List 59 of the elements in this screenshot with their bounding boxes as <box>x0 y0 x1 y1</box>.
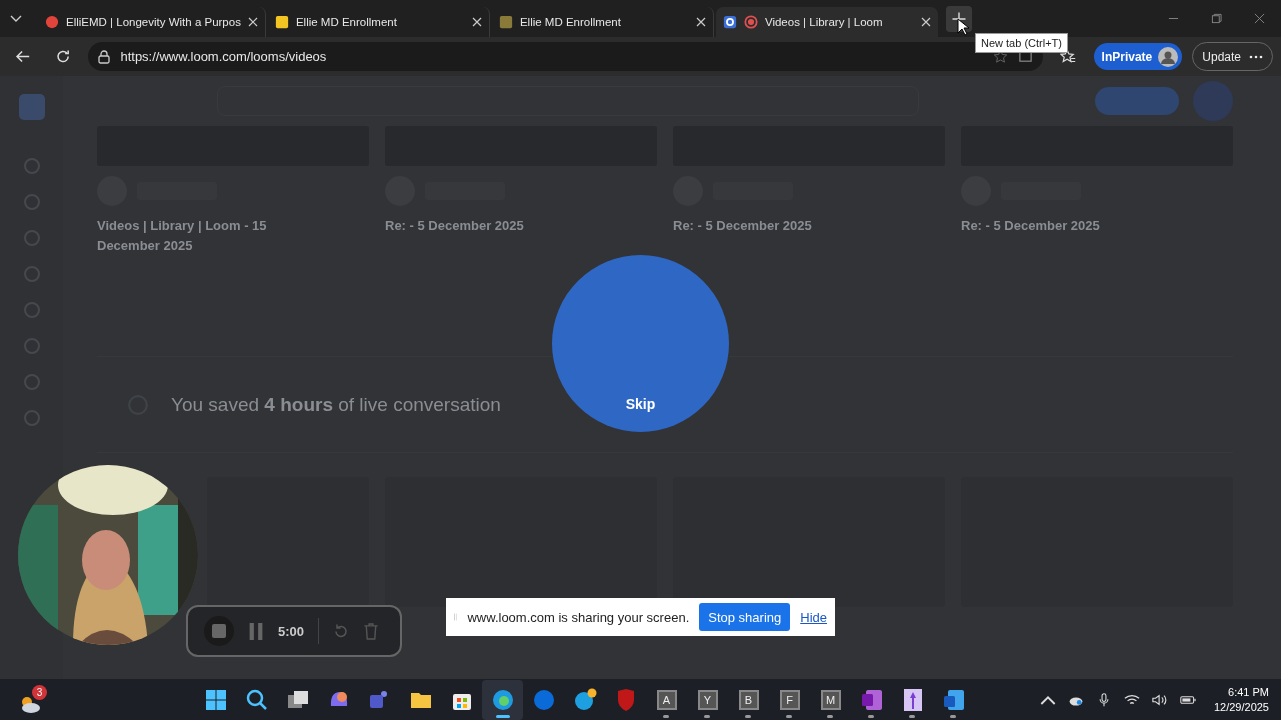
search-icon[interactable] <box>244 687 269 712</box>
avatar-icon <box>1158 46 1179 67</box>
pause-icon[interactable] <box>248 622 264 640</box>
app-icon[interactable]: A <box>656 689 677 710</box>
avatar-icon <box>1193 81 1233 121</box>
taskbar-button[interactable]: B <box>728 679 769 720</box>
logo-icon[interactable] <box>531 687 556 712</box>
chat-icon[interactable] <box>572 687 597 712</box>
lock-icon <box>98 49 111 64</box>
browser-tab[interactable]: ElliEMD | Longevity With a Purpos <box>38 6 266 37</box>
inprivate-button[interactable]: InPrivate <box>1093 43 1183 70</box>
update-button[interactable]: Update <box>1192 42 1273 71</box>
timer: 5:00 <box>278 623 305 639</box>
favorites-icon[interactable] <box>1060 48 1077 65</box>
close-icon[interactable] <box>695 16 706 27</box>
taskbar-button[interactable]: M <box>810 679 851 720</box>
video-thumbnail[interactable] <box>385 477 657 607</box>
video-title[interactable]: Videos | Library | Loom - 15 December 2025 <box>97 216 297 256</box>
stop-icon[interactable] <box>204 616 234 646</box>
stop-sharing-button[interactable]: Stop sharing <box>699 603 791 631</box>
cursor-icon <box>957 18 969 36</box>
taskbar-button[interactable]: Y <box>687 679 728 720</box>
close-icon[interactable] <box>247 16 258 27</box>
video-thumbnail[interactable] <box>207 477 369 607</box>
close-icon[interactable] <box>471 16 482 27</box>
taskbar-button[interactable] <box>482 679 523 720</box>
clock[interactable]: 6:41 PM 12/29/2025 <box>1213 684 1269 715</box>
wifi-icon[interactable] <box>1123 692 1140 707</box>
browser-icon[interactable] <box>490 687 515 712</box>
start-icon[interactable] <box>203 687 228 712</box>
app-icon[interactable]: M <box>820 689 841 710</box>
reload-icon[interactable] <box>55 48 72 65</box>
taskbar-button[interactable]: F <box>769 679 810 720</box>
video-title[interactable]: Re: - 5 December 2025 <box>961 216 1161 236</box>
gear-icon <box>722 14 737 29</box>
close-icon[interactable] <box>920 16 931 27</box>
document-icon[interactable] <box>941 687 966 712</box>
savings-text: You saved 4 hours of live conversation <box>171 393 501 416</box>
video-thumbnail[interactable] <box>673 477 945 607</box>
browser-tab[interactable]: Ellie MD Enrollment <box>267 6 490 37</box>
video-title[interactable]: Re: - 5 December 2025 <box>673 216 873 236</box>
tooltip: New tab (Ctrl+T) <box>975 33 1068 53</box>
notebook-icon[interactable] <box>859 687 884 712</box>
app-icon[interactable]: F <box>779 689 800 710</box>
browser-tab[interactable]: Videos | Library | Loom <box>715 6 938 37</box>
restore-icon[interactable] <box>1211 13 1222 24</box>
video-title[interactable]: Re: - 5 December 2025 <box>385 216 585 236</box>
dropdown-icon[interactable] <box>10 14 22 23</box>
volume-icon[interactable] <box>1151 692 1168 707</box>
app-icon[interactable]: B <box>738 689 759 710</box>
sharing-message: www.loom.com is sharing your screen. <box>467 609 690 625</box>
restart-icon[interactable] <box>333 622 350 640</box>
hide-link[interactable]: Hide <box>800 609 827 625</box>
browser-tab[interactable]: Ellie MD Enrollment <box>491 6 714 37</box>
notification-badge: 3 <box>32 684 47 700</box>
more-icon <box>1249 54 1263 59</box>
back-icon[interactable] <box>15 48 32 65</box>
taskbar-button[interactable]: A <box>646 679 687 720</box>
app-icon[interactable]: Y <box>697 689 718 710</box>
